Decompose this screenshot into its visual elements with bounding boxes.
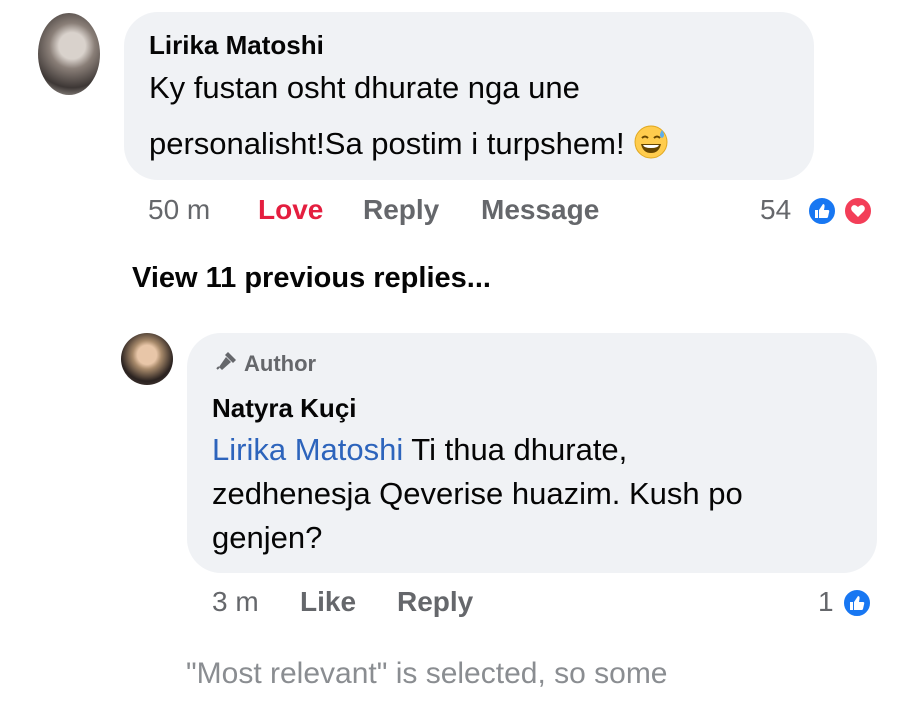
microphone-icon: [214, 350, 238, 378]
view-previous-replies-link[interactable]: View 11 previous replies...: [132, 262, 491, 295]
comment-text-line-1: Ky fustan osht dhurate nga une: [149, 70, 580, 105]
like-icon[interactable]: [807, 196, 837, 226]
love-button[interactable]: Love: [258, 194, 323, 226]
author-badge-label: Author: [244, 351, 317, 376]
reaction-count[interactable]: 1: [818, 586, 834, 618]
sort-notice: "Most relevant" is selected, so some: [186, 657, 668, 690]
reply-button[interactable]: Reply: [397, 586, 473, 618]
message-button[interactable]: Message: [481, 194, 599, 226]
heart-icon[interactable]: [843, 196, 873, 226]
reaction-count[interactable]: 54: [760, 194, 791, 226]
avatar[interactable]: [38, 13, 100, 95]
comment-timestamp: 50 m: [148, 194, 211, 225]
comment-text: personalisht!Sa postim i turpshem!: [149, 122, 669, 166]
reply-timestamp: 3 m: [212, 586, 259, 617]
reply-text-line-1: Lirika Matoshi Ti thua dhurate,: [212, 428, 627, 472]
reply-text-line-3: genjen?: [212, 520, 323, 555]
comment-author-name[interactable]: Lirika Matoshi: [149, 30, 324, 61]
mention-link[interactable]: Lirika Matoshi: [212, 432, 403, 467]
like-button[interactable]: Like: [300, 586, 356, 618]
comment-text-line-2: personalisht!Sa postim i turpshem!: [149, 126, 625, 161]
author-badge: Author: [214, 350, 316, 378]
reply-author-name[interactable]: Natyra Kuçi: [212, 393, 357, 424]
grinning-sweat-emoji-icon: [633, 124, 669, 160]
reply-button[interactable]: Reply: [363, 194, 439, 226]
avatar[interactable]: [121, 333, 173, 385]
like-icon[interactable]: [842, 588, 872, 618]
reply-text-line-2: zedhenesja Qeverise huazim. Kush po: [212, 476, 743, 511]
reply-text-rest: Ti thua dhurate,: [403, 432, 628, 467]
